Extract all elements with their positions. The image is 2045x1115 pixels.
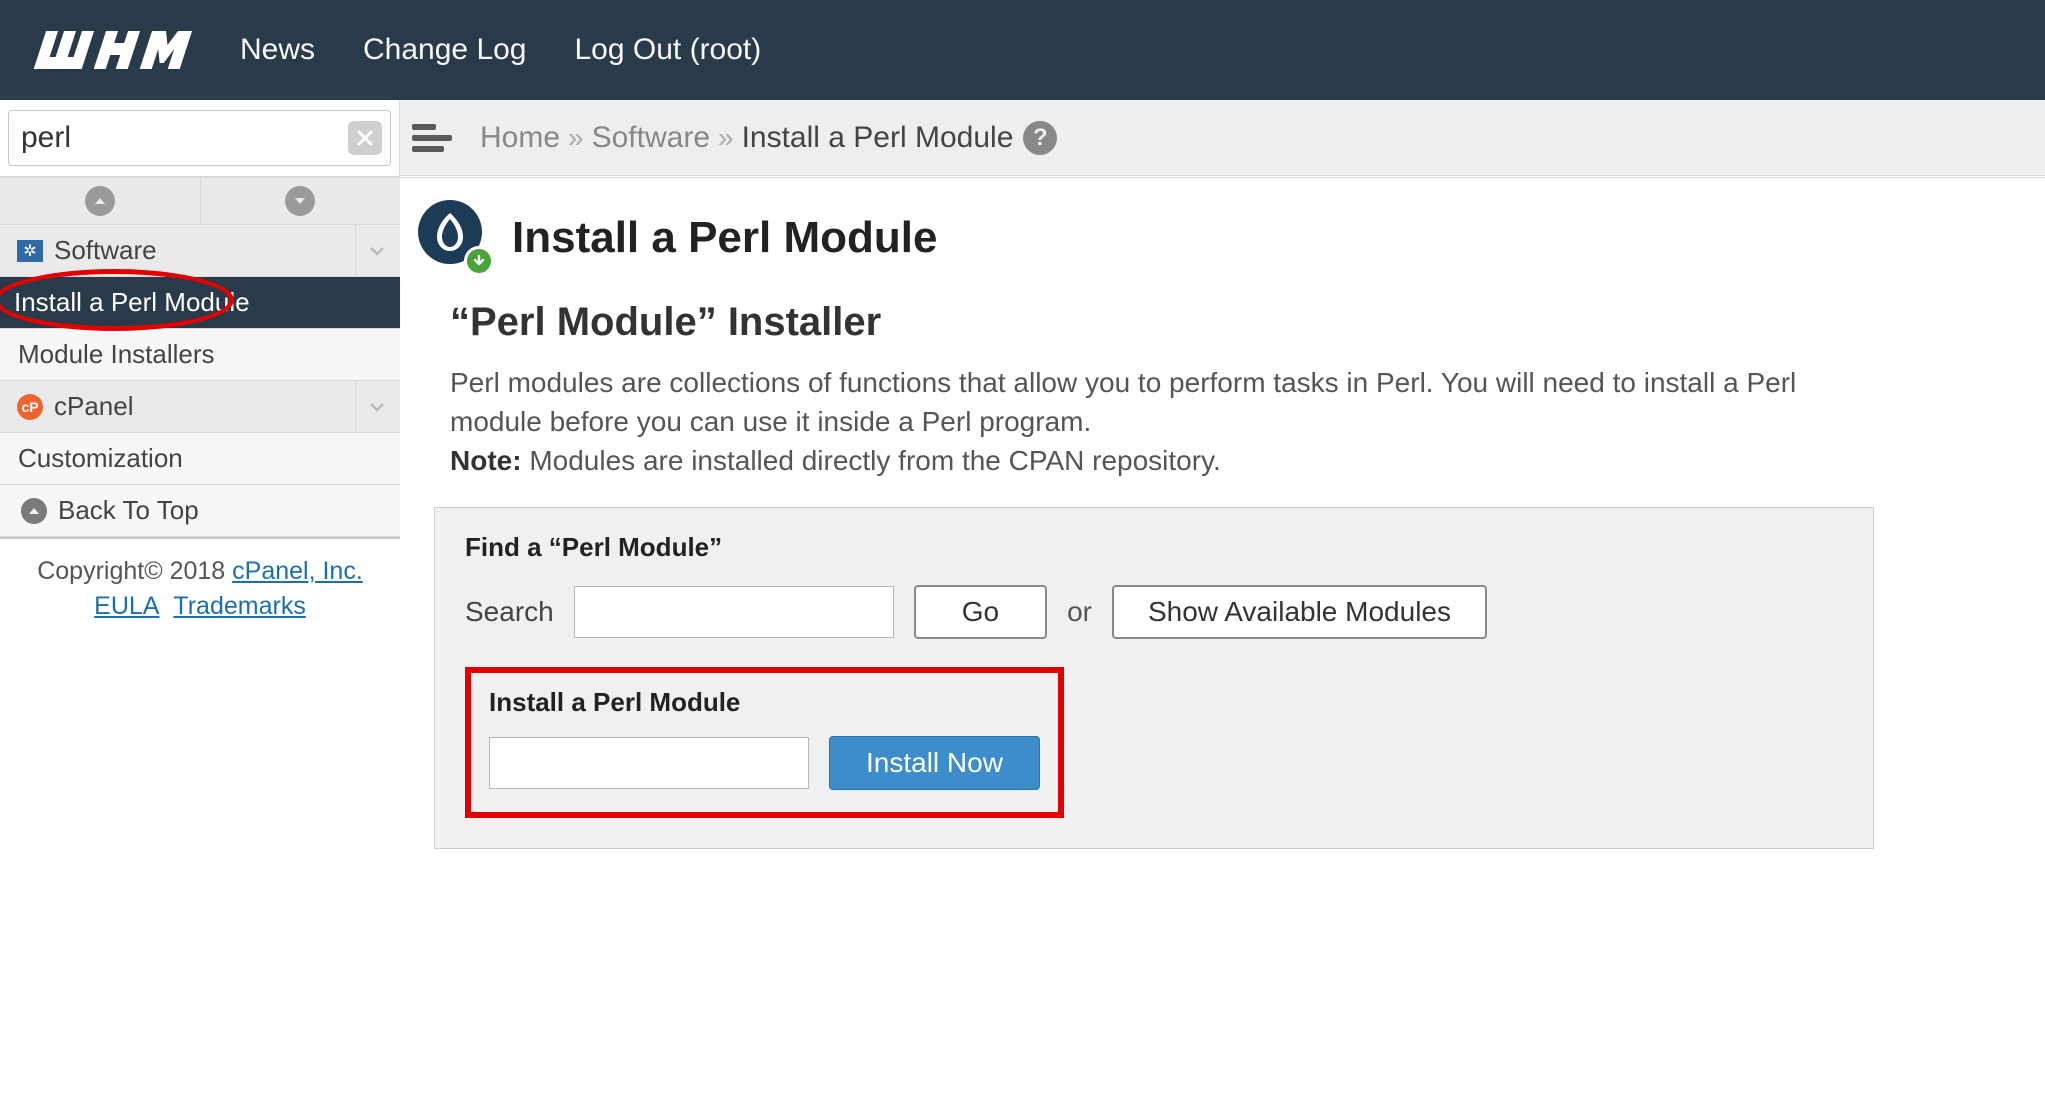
sidebar: ✲ Software Install a Perl Module Module … [0,178,400,889]
breadcrumb: Home » Software » Install a Perl Module … [400,100,2045,176]
module-search-input[interactable] [574,586,894,638]
clear-search-icon[interactable] [348,121,382,155]
sidebar-item-label: Module Installers [18,339,215,370]
sidebar-label: Software [54,235,157,266]
sidebar-down-button[interactable] [200,178,401,224]
module-panel: Find a “Perl Module” Search Go or Show A… [434,507,1874,849]
sidebar-search-input[interactable] [21,121,348,155]
show-available-button[interactable]: Show Available Modules [1112,585,1487,639]
go-button[interactable]: Go [914,585,1047,639]
nav-changelog[interactable]: Change Log [363,33,526,67]
hamburger-icon[interactable] [412,124,452,152]
arrow-up-circle-icon [18,498,50,524]
sidebar-category-software[interactable]: ✲ Software [0,225,400,277]
trademarks-link[interactable]: Trademarks [173,592,305,620]
description-text: Perl modules are collections of function… [450,363,1850,481]
copyright-text: Copyright© 2018 [37,557,232,585]
sidebar-item-label: Back To Top [58,495,199,526]
main-content: Install a Perl Module “Perl Module” Inst… [400,178,2045,889]
install-now-button[interactable]: Install Now [829,736,1040,790]
crumb-sep: » [568,122,584,154]
sidebar-item-install-perl[interactable]: Install a Perl Module [0,277,400,329]
crumb-home[interactable]: Home [480,121,560,155]
install-module-input[interactable] [489,737,809,789]
sidebar-item-label: Install a Perl Module [14,287,250,318]
crumb-section[interactable]: Software [592,121,710,155]
nav-news[interactable]: News [240,33,315,67]
whm-logo[interactable] [30,25,210,75]
search-label: Search [465,596,554,628]
sidebar-item-customization[interactable]: Customization [0,433,400,485]
perl-module-icon [418,200,494,276]
or-text: or [1067,596,1092,628]
chevron-down-icon[interactable] [355,381,386,432]
crumb-page: Install a Perl Module [742,121,1014,155]
chevron-down-icon[interactable] [355,225,386,276]
eula-link[interactable]: EULA [94,592,159,620]
cpanel-icon: cP [14,394,46,420]
page-title: Install a Perl Module [512,213,937,263]
sidebar-label: cPanel [54,391,134,422]
download-badge-icon [464,246,494,276]
section-subtitle: “Perl Module” Installer [450,300,2015,345]
sidebar-footer: Copyright© 2018 cPanel, Inc. EULA Tradem… [0,537,400,651]
sidebar-item-label: Customization [18,443,183,474]
crumb-sep: » [718,122,734,154]
sidebar-item-module-installers[interactable]: Module Installers [0,329,400,381]
find-label: Find a “Perl Module” [465,532,1843,563]
install-title: Install a Perl Module [489,687,1040,718]
top-header: News Change Log Log Out (root) [0,0,2045,100]
sidebar-search-area [0,100,400,177]
gear-icon: ✲ [14,240,46,262]
sidebar-back-to-top[interactable]: Back To Top [0,485,400,537]
company-link[interactable]: cPanel, Inc. [232,557,363,585]
sidebar-up-button[interactable] [0,178,200,224]
help-icon[interactable]: ? [1023,121,1057,155]
sidebar-category-cpanel[interactable]: cP cPanel [0,381,400,433]
install-block-annotation: Install a Perl Module Install Now [465,667,1064,818]
nav-logout[interactable]: Log Out (root) [575,33,762,67]
